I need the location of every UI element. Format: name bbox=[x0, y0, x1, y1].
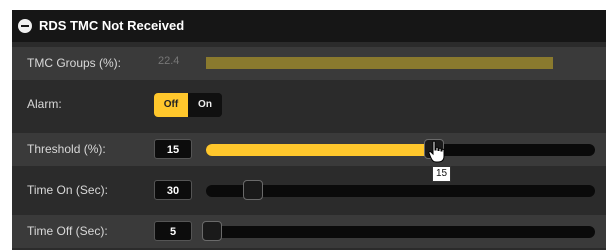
tmc-groups-value: 22.4 bbox=[158, 55, 180, 67]
time-on-slider-thumb[interactable] bbox=[243, 180, 263, 200]
panel-header[interactable]: RDS TMC Not Received bbox=[12, 10, 606, 42]
alarm-on-button[interactable]: On bbox=[188, 93, 222, 117]
alarm-off-button[interactable]: Off bbox=[154, 93, 188, 117]
time-on-row: Time On (Sec): 30 bbox=[12, 174, 606, 207]
threshold-input[interactable]: 15 bbox=[154, 139, 192, 159]
tmc-groups-meter bbox=[206, 57, 592, 69]
threshold-tooltip: 15 bbox=[432, 166, 451, 182]
collapse-minus-icon[interactable] bbox=[18, 19, 32, 33]
panel-title: RDS TMC Not Received bbox=[39, 18, 185, 33]
threshold-row: Threshold (%): 15 bbox=[12, 133, 606, 166]
time-off-input[interactable]: 5 bbox=[154, 221, 192, 241]
time-off-slider-thumb[interactable] bbox=[202, 221, 222, 241]
threshold-label: Threshold (%): bbox=[27, 142, 106, 156]
time-on-input[interactable]: 30 bbox=[154, 180, 192, 200]
time-off-label: Time Off (Sec): bbox=[27, 224, 108, 238]
hand-cursor-icon bbox=[428, 140, 445, 163]
threshold-slider-fill bbox=[206, 144, 434, 156]
alarm-label: Alarm: bbox=[27, 97, 62, 111]
time-off-row: Time Off (Sec): 5 bbox=[12, 215, 606, 248]
tmc-groups-label: TMC Groups (%): bbox=[27, 56, 122, 70]
alarm-toggle[interactable]: Off On bbox=[154, 93, 222, 117]
time-on-label: Time On (Sec): bbox=[27, 183, 108, 197]
time-off-slider[interactable] bbox=[202, 221, 595, 241]
tmc-groups-meter-fill bbox=[206, 57, 553, 69]
rds-tmc-panel: RDS TMC Not Received TMC Groups (%): 22.… bbox=[12, 10, 606, 250]
alarm-row: Alarm: Off On bbox=[12, 88, 606, 121]
time-on-slider[interactable] bbox=[206, 180, 595, 200]
threshold-slider[interactable] bbox=[206, 139, 595, 159]
tmc-groups-row: TMC Groups (%): 22.4 bbox=[12, 47, 606, 80]
